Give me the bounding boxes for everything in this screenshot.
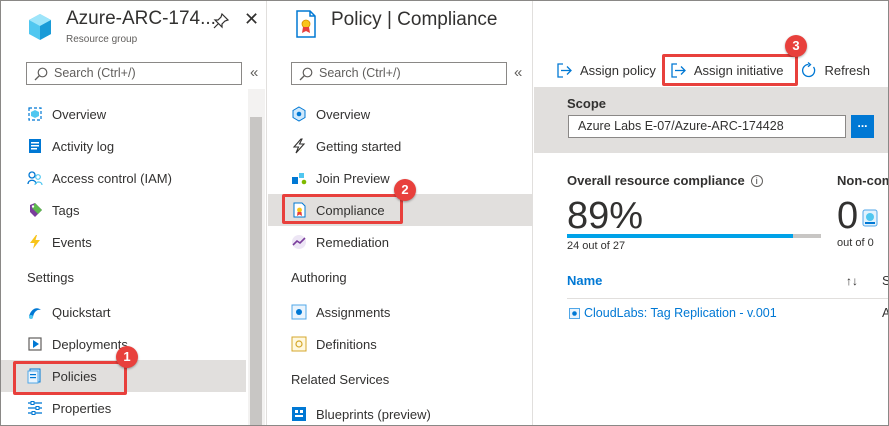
- people-icon: [27, 170, 43, 186]
- column-header-name[interactable]: Name: [567, 273, 602, 288]
- sidebar-item-label: Overview: [52, 106, 107, 122]
- properties-icon: [27, 400, 43, 416]
- compliance-progress-bar: [567, 234, 821, 238]
- initiative-icon: [569, 308, 580, 319]
- lightning-icon: [27, 234, 43, 250]
- policy-nav-label: Remediation: [316, 234, 389, 250]
- policy-nav-list: Overview Getting started Join Preview Co…: [268, 98, 533, 425]
- step-badge-3: 3: [785, 35, 807, 57]
- left-search-placeholder: Search (Ctrl+/): [54, 66, 136, 80]
- column-header-state[interactable]: S: [882, 273, 888, 288]
- info-icon[interactable]: i: [750, 175, 763, 187]
- resource-group-title: Azure-ARC-174...: [66, 8, 216, 29]
- noncompliant-resource-icon: [862, 209, 878, 227]
- assign-arrow-icon: [557, 62, 572, 78]
- sidebar-item-events[interactable]: Events: [1, 226, 246, 258]
- policy-nav-label: Join Preview: [316, 170, 390, 186]
- sidebar-item-label: Deployments: [52, 336, 128, 352]
- close-icon[interactable]: ✕: [244, 10, 259, 28]
- table-divider: [567, 298, 888, 299]
- policy-nav-blueprints[interactable]: Blueprints (preview): [268, 398, 533, 425]
- getting-started-icon: [291, 138, 307, 154]
- policy-compliance-icon: [296, 10, 316, 38]
- policy-nav-label: Overview: [316, 106, 371, 122]
- policy-nav-label: Blueprints (preview): [316, 406, 431, 422]
- overall-compliance-count: 24 out of 27: [567, 240, 626, 252]
- scope-section: Scope Azure Labs E-07/Azure-ARC-174428 .…: [534, 87, 888, 153]
- join-preview-icon: [291, 170, 307, 186]
- policy-nav-label: Assignments: [316, 304, 391, 320]
- policy-nav-getting-started[interactable]: Getting started: [268, 130, 533, 162]
- scope-label: Scope: [567, 96, 607, 111]
- overall-compliance-value: 89%: [567, 195, 644, 237]
- related-services-section-header: Related Services: [291, 371, 390, 387]
- sidebar-item-label: Events: [52, 234, 92, 250]
- page-title: Policy | Compliance: [331, 9, 498, 30]
- sidebar-item-label: Access control (IAM): [52, 170, 172, 186]
- step-badge-1: 1: [116, 346, 138, 368]
- sidebar-item-access-control[interactable]: Access control (IAM): [1, 162, 246, 194]
- left-search-input[interactable]: Search (Ctrl+/): [26, 62, 242, 85]
- sidebar-item-label: Activity log: [52, 138, 115, 154]
- remediation-icon: [291, 234, 307, 250]
- sidebar-item-properties[interactable]: Properties: [1, 392, 246, 424]
- scope-picker-button[interactable]: ...: [851, 115, 874, 138]
- highlight-assign-initiative: [662, 54, 798, 86]
- policy-nav-overview[interactable]: Overview: [268, 98, 533, 130]
- policy-nav-assignments[interactable]: Assignments: [268, 296, 533, 328]
- overall-compliance-heading: Overall resource compliance i: [567, 173, 763, 188]
- step-badge-2: 2: [394, 179, 416, 201]
- sidebar-item-overview[interactable]: Overview: [1, 98, 246, 130]
- sidebar-item-label: Tags: [52, 202, 80, 218]
- mid-search-placeholder: Search (Ctrl+/): [319, 66, 401, 80]
- table-row-status: A: [882, 306, 888, 320]
- policy-nav-definitions[interactable]: Definitions: [268, 328, 533, 360]
- noncompliant-heading: Non-com: [837, 173, 889, 188]
- tag-icon: [27, 202, 43, 218]
- sidebar-item-activity-log[interactable]: Activity log: [1, 130, 246, 162]
- sidebar-item-label: Properties: [52, 400, 112, 416]
- deployments-icon: [27, 336, 43, 352]
- refresh-button[interactable]: Refresh: [800, 61, 871, 79]
- search-icon: [299, 67, 313, 81]
- collapse-left-icon[interactable]: «: [250, 64, 258, 81]
- sidebar-item-quickstart[interactable]: Quickstart: [1, 296, 246, 328]
- noncompliant-value: 0: [837, 195, 859, 237]
- assign-policy-label: Assign policy: [580, 62, 656, 78]
- assign-policy-button[interactable]: Assign policy: [556, 62, 656, 79]
- sidebar-item-label: Quickstart: [52, 304, 111, 320]
- resource-group-cube-icon: [29, 14, 51, 40]
- scope-field[interactable]: Azure Labs E-07/Azure-ARC-174428: [568, 115, 846, 138]
- quickstart-icon: [27, 304, 43, 320]
- authoring-section-header: Authoring: [291, 269, 347, 285]
- resource-group-icon: [27, 106, 43, 122]
- portal-window: Azure-ARC-174... Resource group ✕ Search…: [0, 0, 889, 426]
- definitions-icon: [291, 336, 307, 352]
- highlight-policies: [13, 361, 127, 395]
- activity-log-icon: [27, 138, 43, 154]
- refresh-icon: [802, 61, 816, 77]
- overall-compliance-label: Overall resource compliance: [567, 173, 745, 188]
- compliance-progress-fill: [567, 234, 794, 238]
- mid-search-input[interactable]: Search (Ctrl+/): [291, 62, 507, 85]
- sort-icon[interactable]: ↑↓: [846, 274, 858, 288]
- settings-section-header: Settings: [27, 269, 74, 285]
- refresh-label: Refresh: [824, 62, 871, 78]
- overview-icon: [291, 106, 307, 122]
- noncompliant-count: out of 0: [837, 237, 874, 249]
- resource-group-subtitle: Resource group: [66, 34, 138, 45]
- assignments-icon: [291, 304, 307, 320]
- blueprints-icon: [291, 406, 307, 422]
- left-scrollbar[interactable]: [248, 89, 265, 425]
- sidebar-item-tags[interactable]: Tags: [1, 194, 246, 226]
- left-scrollbar-thumb[interactable]: [250, 117, 262, 425]
- search-icon: [34, 67, 48, 81]
- collapse-mid-icon[interactable]: «: [514, 64, 522, 81]
- table-row-link[interactable]: CloudLabs: Tag Replication - v.001: [584, 306, 777, 320]
- policy-nav-label: Definitions: [316, 336, 377, 352]
- policy-nav-label: Getting started: [316, 138, 402, 154]
- highlight-compliance: [282, 194, 403, 224]
- pin-icon[interactable]: [213, 13, 229, 29]
- policy-nav-remediation[interactable]: Remediation: [268, 226, 533, 258]
